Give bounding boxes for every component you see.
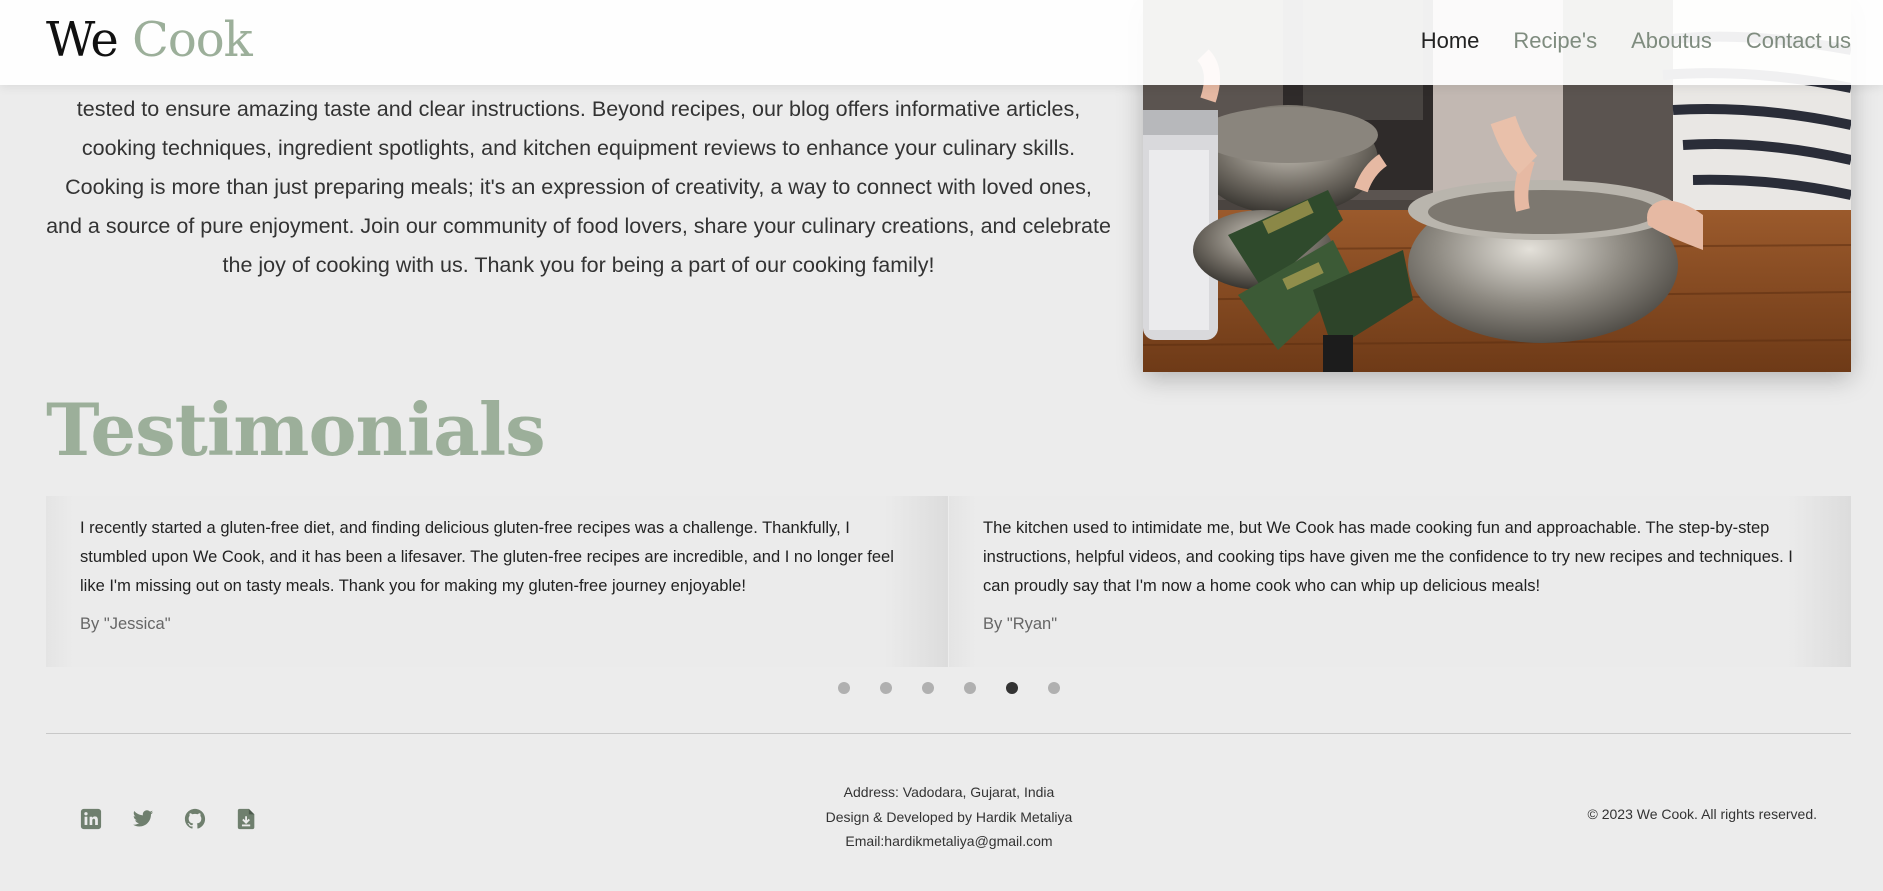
testimonial-card: The kitchen used to intimidate me, but W… — [949, 496, 1851, 667]
twitter-icon[interactable] — [132, 808, 154, 830]
github-icon[interactable] — [184, 808, 206, 830]
resume-download-icon[interactable] — [236, 808, 258, 830]
carousel-dot-5[interactable] — [1006, 682, 1018, 694]
brand-logo[interactable]: We Cook — [46, 10, 253, 70]
footer-copyright: © 2023 We Cook. All rights reserved. — [1587, 806, 1818, 822]
testimonial-author: By "Jessica" — [80, 615, 171, 633]
testimonial-quote: I recently started a gluten-free diet, a… — [80, 519, 894, 595]
nav-links: Home Recipe's Aboutus Contact us — [1421, 26, 1851, 56]
carousel-dot-2[interactable] — [880, 682, 892, 694]
footer-divider — [46, 733, 1851, 734]
carousel-dot-1[interactable] — [838, 682, 850, 694]
footer-address: Address: Vadodara, Gujarat, India — [843, 784, 1055, 800]
carousel-dot-3[interactable] — [922, 682, 934, 694]
navbar: We Cook Home Recipe's Aboutus Contact us — [0, 0, 1883, 85]
footer-credit: Design & Developed by Hardik Metaliya — [825, 808, 1073, 825]
testimonial-author: By "Ryan" — [983, 615, 1058, 633]
carousel-dot-6[interactable] — [1048, 682, 1060, 694]
footer-contact-info: Address: Vadodara, Gujarat, India Design… — [749, 780, 1149, 854]
about-paragraph: tested to ensure amazing taste and clear… — [46, 97, 1111, 277]
footer-email[interactable]: Email:hardikmetaliya@gmail.com — [749, 829, 1149, 854]
nav-link-home[interactable]: Home — [1421, 26, 1480, 56]
nav-link-recipes[interactable]: Recipe's — [1513, 26, 1597, 56]
testimonial-card: I recently started a gluten-free diet, a… — [46, 496, 948, 667]
testimonial-quote: The kitchen used to intimidate me, but W… — [983, 519, 1793, 595]
brand-word-we: We — [46, 12, 119, 68]
social-links — [80, 808, 258, 830]
brand-word-cook: Cook — [132, 12, 253, 68]
carousel-dot-4[interactable] — [964, 682, 976, 694]
nav-link-contact-us[interactable]: Contact us — [1746, 26, 1851, 56]
testimonials-title: Testimonials — [46, 387, 546, 472]
nav-link-about-us[interactable]: Aboutus — [1631, 26, 1712, 56]
linkedin-icon[interactable] — [80, 808, 102, 830]
carousel-dots — [838, 682, 1060, 694]
